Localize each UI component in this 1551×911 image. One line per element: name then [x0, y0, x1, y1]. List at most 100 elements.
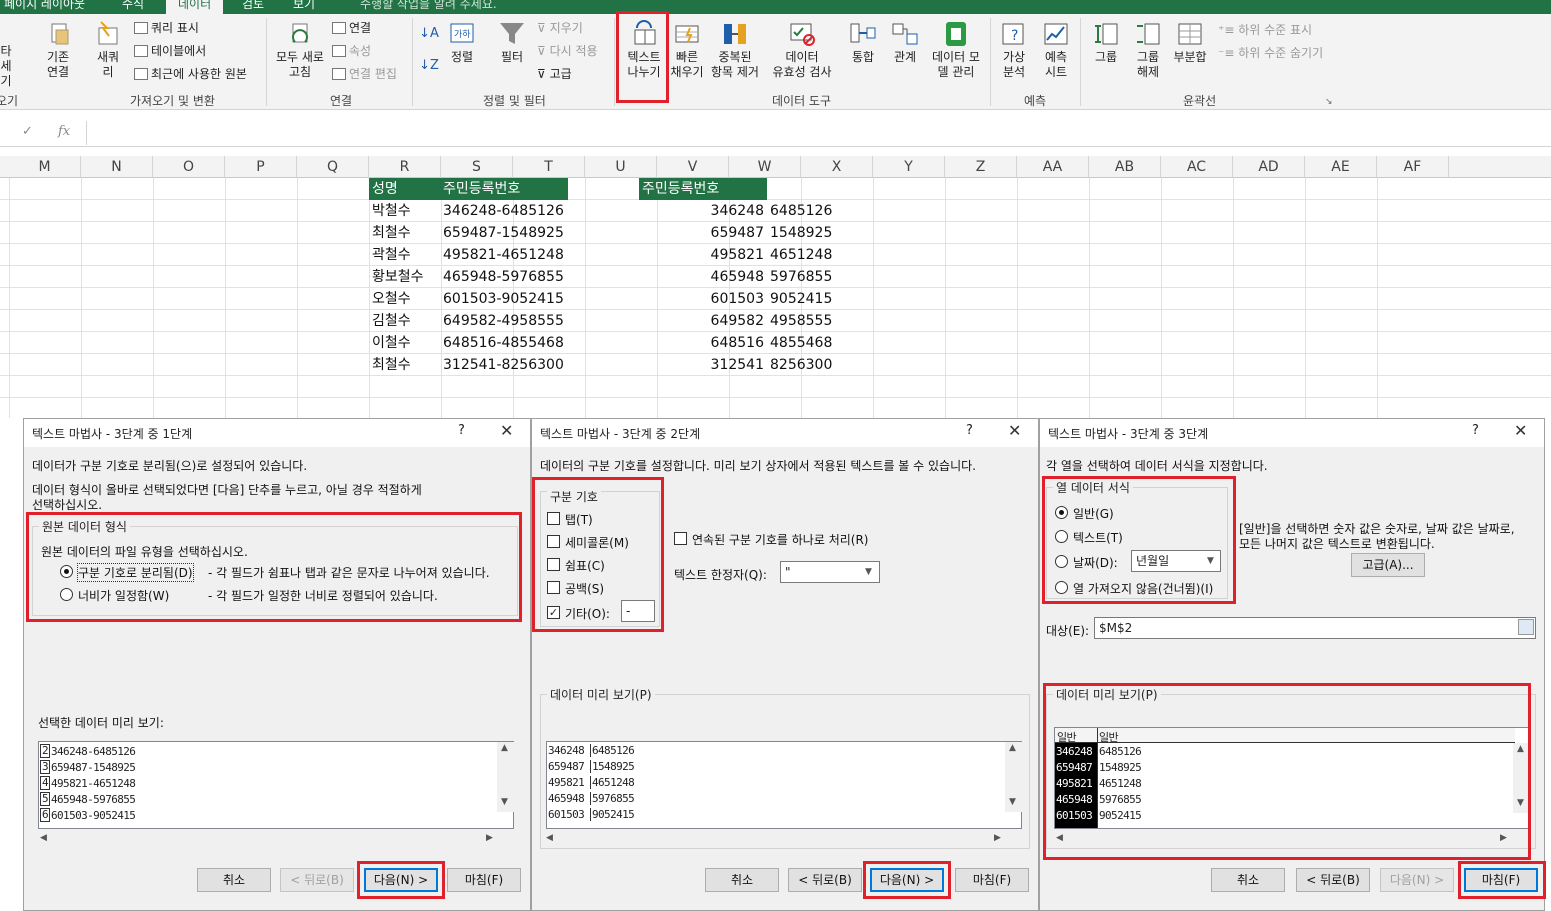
header-id-cell[interactable]: 주민등록번호 [440, 178, 568, 200]
id-back-cell[interactable]: 6485126 [770, 200, 840, 222]
ungroup-button[interactable]: 그룹 해제 [1130, 20, 1166, 80]
id-cell[interactable]: 601503-9052415 [443, 288, 568, 310]
id-cell[interactable]: 495821-4651248 [443, 244, 568, 266]
data-preview-box[interactable]: 346248 6485126 659487 1548925 495821 4651248 4… [546, 741, 1022, 829]
id-back-cell[interactable]: 4855468 [770, 332, 840, 354]
tab-view[interactable]: 보기 [293, 0, 315, 12]
tab-formulas[interactable]: 수식 [122, 0, 144, 12]
sort-button[interactable]: 가하 정렬 [446, 20, 478, 65]
clear-filter-button[interactable]: ⊽ 지우기 [537, 20, 583, 36]
column-header-aa[interactable]: AA [1017, 156, 1089, 178]
close-icon[interactable]: ✕ [1514, 421, 1527, 440]
show-detail-button[interactable]: ⁺≡ 하위 수준 표시 [1218, 22, 1312, 38]
forecast-sheet-button[interactable]: 예측 시트 [1038, 20, 1074, 80]
finish-button[interactable]: 마침(F) [447, 868, 521, 892]
name-cell[interactable]: 이철수 [372, 332, 440, 354]
preview-vscroll[interactable]: ▲ ▼ [497, 742, 514, 812]
id-front-cell[interactable]: 648516 [639, 332, 767, 354]
id-front-cell[interactable]: 495821 [639, 244, 767, 266]
existing-connections-button[interactable]: 기존 연결 [36, 20, 80, 80]
advanced-filter-button[interactable]: ⊽ 고급 [537, 66, 572, 82]
close-icon[interactable]: ✕ [1008, 421, 1021, 440]
manage-data-model-button[interactable]: 데이터 모 델 관리 [928, 20, 984, 80]
from-table-button[interactable]: 테이블에서 [134, 43, 206, 59]
properties-button[interactable]: 속성 [332, 43, 371, 59]
name-cell[interactable]: 박철수 [372, 200, 440, 222]
id-cell[interactable]: 659487-1548925 [443, 222, 568, 244]
sort-za-button[interactable]: ↓Z [418, 58, 440, 73]
show-queries-button[interactable]: 쿼리 표시 [134, 20, 199, 36]
help-button[interactable]: ? [1472, 423, 1479, 438]
column-header-y[interactable]: Y [873, 156, 945, 178]
column-header-ad[interactable]: AD [1233, 156, 1305, 178]
back-button[interactable]: < 뒤로(B) [1296, 868, 1370, 892]
name-cell[interactable]: 김철수 [372, 310, 440, 332]
formula-input[interactable] [86, 121, 1551, 145]
consolidate-button[interactable]: 통합 [846, 20, 880, 65]
data-validation-button[interactable]: 데이터 유효성 검사 [766, 20, 838, 80]
back-button[interactable]: < 뒤로(B) [280, 868, 354, 892]
what-if-button[interactable]: ? 가상 분석 [996, 20, 1032, 80]
column-header-m[interactable]: M [9, 156, 81, 178]
data-preview-box[interactable]: 2 346248-6485126 3 659487-1548925 4 495821-46… [38, 741, 514, 829]
recent-sources-button[interactable]: 최근에 사용한 원본 [134, 66, 247, 82]
sort-az-button[interactable]: ↓A [418, 26, 440, 41]
range-select-icon[interactable] [1518, 619, 1534, 635]
name-cell[interactable]: 최철수 [372, 354, 440, 376]
id-back-cell[interactable]: 4651248 [770, 244, 840, 266]
flash-fill-button[interactable]: 빠른 채우기 [670, 20, 704, 80]
chevron-down-icon[interactable]: ▼ [865, 567, 872, 577]
close-icon[interactable]: ✕ [500, 421, 513, 440]
consecutive-label[interactable]: 연속된 구분 기호를 하나로 처리(R) [692, 531, 868, 548]
subtotal-button[interactable]: 부분합 [1170, 20, 1210, 65]
column-header-w[interactable]: W [729, 156, 801, 178]
back-button[interactable]: < 뒤로(B) [788, 868, 862, 892]
id-front-cell[interactable]: 346248 [639, 200, 767, 222]
outline-dialog-launcher-icon[interactable]: ↘ [1325, 94, 1333, 110]
refresh-all-button[interactable]: 모두 새로 고침 [274, 20, 326, 80]
name-cell[interactable]: 황보철수 [372, 266, 440, 288]
edit-links-button[interactable]: 연결 편집 [332, 66, 397, 82]
column-header-ae[interactable]: AE [1305, 156, 1377, 178]
column-header-z[interactable]: Z [945, 156, 1017, 178]
id-cell[interactable]: 346248-6485126 [443, 200, 568, 222]
relationships-button[interactable]: 관계 [888, 20, 922, 65]
advanced-button[interactable]: 고급(A)... [1351, 553, 1425, 577]
finish-button[interactable]: 마침(F) [955, 868, 1029, 892]
scroll-right-icon[interactable]: ▶ [994, 833, 1001, 843]
id-cell[interactable]: 312541-8256300 [443, 354, 568, 376]
tab-data[interactable]: 데이터 [166, 0, 224, 14]
id-front-cell[interactable]: 649582 [639, 310, 767, 332]
id-back-cell[interactable]: 8256300 [770, 354, 840, 376]
get-data-button[interactable]: 타 세기 [0, 44, 16, 89]
new-query-button[interactable]: 새쿼 리 [88, 20, 128, 80]
tab-page-layout[interactable]: 페이지 레이아웃 [4, 0, 85, 12]
name-cell[interactable]: 곽철수 [372, 244, 440, 266]
group-button[interactable]: 그룹 [1088, 20, 1124, 65]
next-button[interactable]: 다음(N) > [1380, 868, 1454, 892]
help-button[interactable]: ? [458, 423, 465, 438]
id-cell[interactable]: 648516-4855468 [443, 332, 568, 354]
column-header-u[interactable]: U [585, 156, 657, 178]
cancel-button[interactable]: 취소 [1211, 868, 1285, 892]
column-header-n[interactable]: N [81, 156, 153, 178]
tab-review[interactable]: 검토 [242, 0, 264, 12]
help-button[interactable]: ? [966, 423, 973, 438]
id-front-cell[interactable]: 465948 [639, 266, 767, 288]
hide-detail-button[interactable]: ⁻≡ 하위 수준 숨기기 [1218, 45, 1323, 61]
scroll-left-icon[interactable]: ◀ [40, 833, 47, 843]
id-front-cell[interactable]: 659487 [639, 222, 767, 244]
scroll-left-icon[interactable]: ◀ [546, 833, 553, 843]
name-cell[interactable]: 오철수 [372, 288, 440, 310]
preview-vscroll[interactable]: ▲ ▼ [1005, 742, 1022, 812]
scroll-up-icon[interactable]: ▲ [501, 743, 508, 753]
column-header-ab[interactable]: AB [1089, 156, 1161, 178]
name-cell[interactable]: 최철수 [372, 222, 440, 244]
id-back-cell[interactable]: 9052415 [770, 288, 840, 310]
header-id2-cell[interactable]: 주민등록번호 [639, 178, 767, 200]
scroll-down-icon[interactable]: ▼ [501, 797, 508, 807]
scroll-down-icon[interactable]: ▼ [1009, 797, 1016, 807]
id-front-cell[interactable]: 312541 [639, 354, 767, 376]
consecutive-checkbox[interactable] [674, 532, 687, 545]
header-name-cell[interactable]: 성명 [369, 178, 440, 200]
